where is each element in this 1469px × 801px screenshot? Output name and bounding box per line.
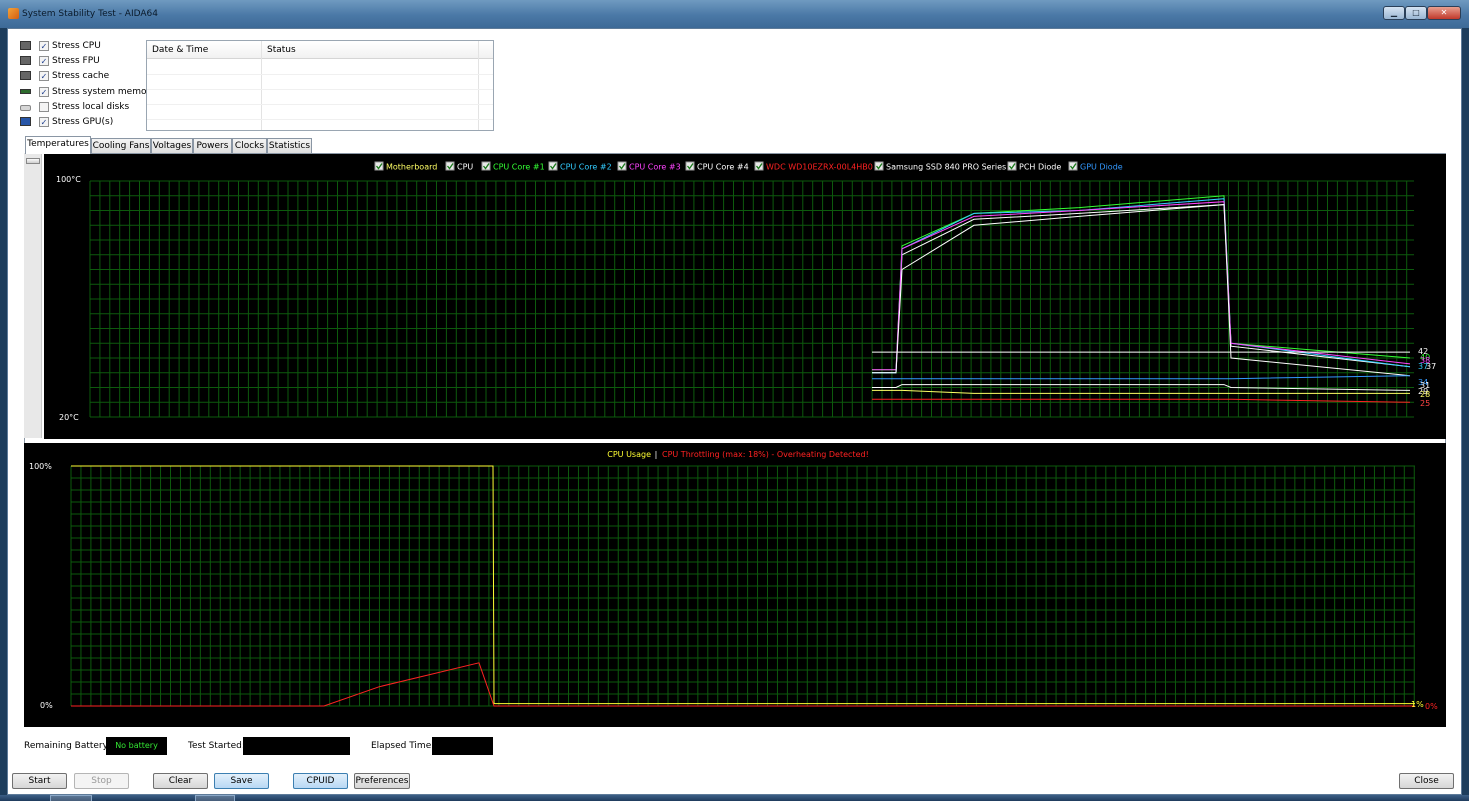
temperature-chart: Motherboard CPU CPU Core #1 CPU Core #2 CPU …: [44, 154, 1446, 439]
legend-entry: CPU Core #1: [493, 163, 545, 172]
cpu-throttling-title: CPU Throttling (max: 18%) - Overheating …: [662, 450, 869, 459]
cache-icon: [20, 71, 31, 81]
legend-entry: CPU Core #4: [697, 163, 749, 172]
aida64-app-icon: [8, 8, 19, 19]
minimize-button[interactable]: ▁: [1383, 6, 1405, 20]
legend-entry: CPU: [457, 163, 473, 172]
clear-button[interactable]: Clear: [153, 773, 208, 789]
cpu-usage-chart: CPU Usage | CPU Throttling (max: 18%) - …: [24, 443, 1446, 727]
stability-test-window: ✓ Stress CPU ✓ Stress FPU ✓ Stress cache…: [7, 28, 1462, 795]
legend-entry: WDC WD10EZRX-00L4HB0: [766, 163, 873, 172]
window-title: System Stability Test - AIDA64: [22, 9, 158, 19]
cpuid-button[interactable]: CPUID: [293, 773, 348, 789]
stress-option-label: Stress cache: [52, 71, 110, 82]
test-started-value: [243, 737, 350, 755]
stress-option-gpu[interactable]: ✓ Stress GPU(s): [20, 115, 150, 130]
stress-cpu-checkbox[interactable]: ✓: [39, 41, 49, 51]
series-end-value: 25: [1420, 399, 1430, 408]
series-line: [872, 201, 1411, 371]
elapsed-time-label: Elapsed Time:: [371, 741, 435, 751]
elapsed-time-value: [432, 737, 493, 755]
gpu-icon: [20, 116, 31, 126]
disk-icon: [20, 104, 31, 111]
windows-taskbar: [0, 795, 1469, 801]
cpu-icon: [20, 41, 31, 50]
scroll-thumb[interactable]: [26, 158, 40, 164]
stop-button[interactable]: Stop: [74, 773, 129, 789]
test-started-label: Test Started:: [188, 741, 245, 751]
title-separator: |: [655, 450, 658, 459]
taskbar-item[interactable]: [50, 795, 92, 801]
close-button[interactable]: Close: [1399, 773, 1454, 789]
usage-y-axis-max-label: 100%: [29, 462, 52, 471]
maximize-button[interactable]: □: [1405, 6, 1427, 20]
stress-option-label: Stress FPU: [52, 56, 100, 67]
legend-entry: CPU Core #2: [560, 163, 612, 172]
tab-clocks[interactable]: Clocks: [232, 138, 267, 154]
status-bar: Remaining Battery: No battery Test Start…: [24, 737, 624, 755]
log-table-header: Date & Time Status: [147, 41, 493, 59]
memory-icon: [20, 88, 31, 94]
series-line: [872, 204, 1411, 374]
battery-label: Remaining Battery:: [24, 741, 111, 751]
window-close-button[interactable]: ✕: [1427, 6, 1461, 20]
series-line: [71, 662, 1415, 707]
column-header-date-time[interactable]: Date & Time: [152, 45, 208, 55]
stress-option-memory[interactable]: ✓ Stress system memory: [20, 85, 156, 100]
temperature-chart-svg: Motherboard CPU CPU Core #1 CPU Core #2 CPU …: [56, 161, 1436, 422]
stress-option-cache[interactable]: ✓ Stress cache: [20, 69, 150, 84]
stress-option-cpu[interactable]: ✓ Stress CPU: [20, 39, 150, 54]
tab-cooling-fans[interactable]: Cooling Fans: [91, 138, 151, 154]
stress-option-label: Stress GPU(s): [52, 116, 114, 127]
cpu-usage-title: CPU Usage: [607, 450, 651, 459]
series-line: [872, 389, 1410, 394]
stress-memory-checkbox[interactable]: ✓: [39, 86, 49, 97]
stress-option-fpu[interactable]: ✓ Stress FPU: [20, 54, 150, 69]
cpu-throttling-current-value: 0%: [1425, 702, 1438, 711]
cpu-usage-current-value: 1%: [1411, 700, 1424, 709]
stress-gpu-checkbox[interactable]: ✓: [39, 116, 49, 127]
legend-entry: PCH Diode: [1019, 163, 1061, 172]
legend-entry: Motherboard: [386, 163, 437, 172]
stress-option-label: Stress local disks: [52, 101, 130, 112]
battery-value: No battery: [106, 737, 167, 755]
legend-entry: CPU Core #3: [629, 163, 681, 172]
fpu-icon: [20, 56, 31, 66]
taskbar-item-aida64[interactable]: [195, 795, 235, 801]
tab-statistics[interactable]: Statistics: [267, 138, 312, 154]
tab-powers[interactable]: Powers: [193, 138, 232, 154]
series-end-value: 37: [1418, 362, 1428, 371]
stress-option-label: Stress system memory: [52, 86, 156, 97]
stress-disks-checkbox[interactable]: [39, 101, 49, 112]
tab-temperatures[interactable]: Temperatures: [25, 136, 91, 154]
stress-options: ✓ Stress CPU ✓ Stress FPU ✓ Stress cache…: [20, 39, 156, 130]
stress-cache-checkbox[interactable]: ✓: [39, 71, 49, 82]
usage-y-axis-min-label: 0%: [40, 701, 53, 710]
series-line: [872, 375, 1411, 380]
start-button[interactable]: Start: [12, 773, 67, 789]
tab-voltages[interactable]: Voltages: [151, 138, 193, 154]
title-bar: System Stability Test - AIDA64 ▁ □ ✕: [0, 0, 1469, 28]
cpu-usage-chart-svg: CPU Usage | CPU Throttling (max: 18%) - …: [29, 450, 1438, 711]
status-log-table[interactable]: Date & Time Status: [146, 40, 494, 131]
stress-option-label: Stress CPU: [52, 41, 101, 51]
stress-fpu-checkbox[interactable]: ✓: [39, 56, 49, 67]
sensor-list-scrollbar[interactable]: [24, 153, 42, 438]
save-button[interactable]: Save: [214, 773, 269, 789]
y-axis-min-label: 20°C: [59, 413, 79, 422]
stress-option-disks[interactable]: Stress local disks: [20, 100, 150, 115]
legend-entry: Samsung SSD 840 PRO Series: [886, 163, 1006, 172]
legend-entry: GPU Diode: [1080, 163, 1123, 172]
column-header-status[interactable]: Status: [267, 45, 296, 55]
preferences-button[interactable]: Preferences: [354, 773, 410, 789]
y-axis-max-label: 100°C: [56, 175, 81, 184]
series-end-value: 28: [1420, 390, 1430, 399]
